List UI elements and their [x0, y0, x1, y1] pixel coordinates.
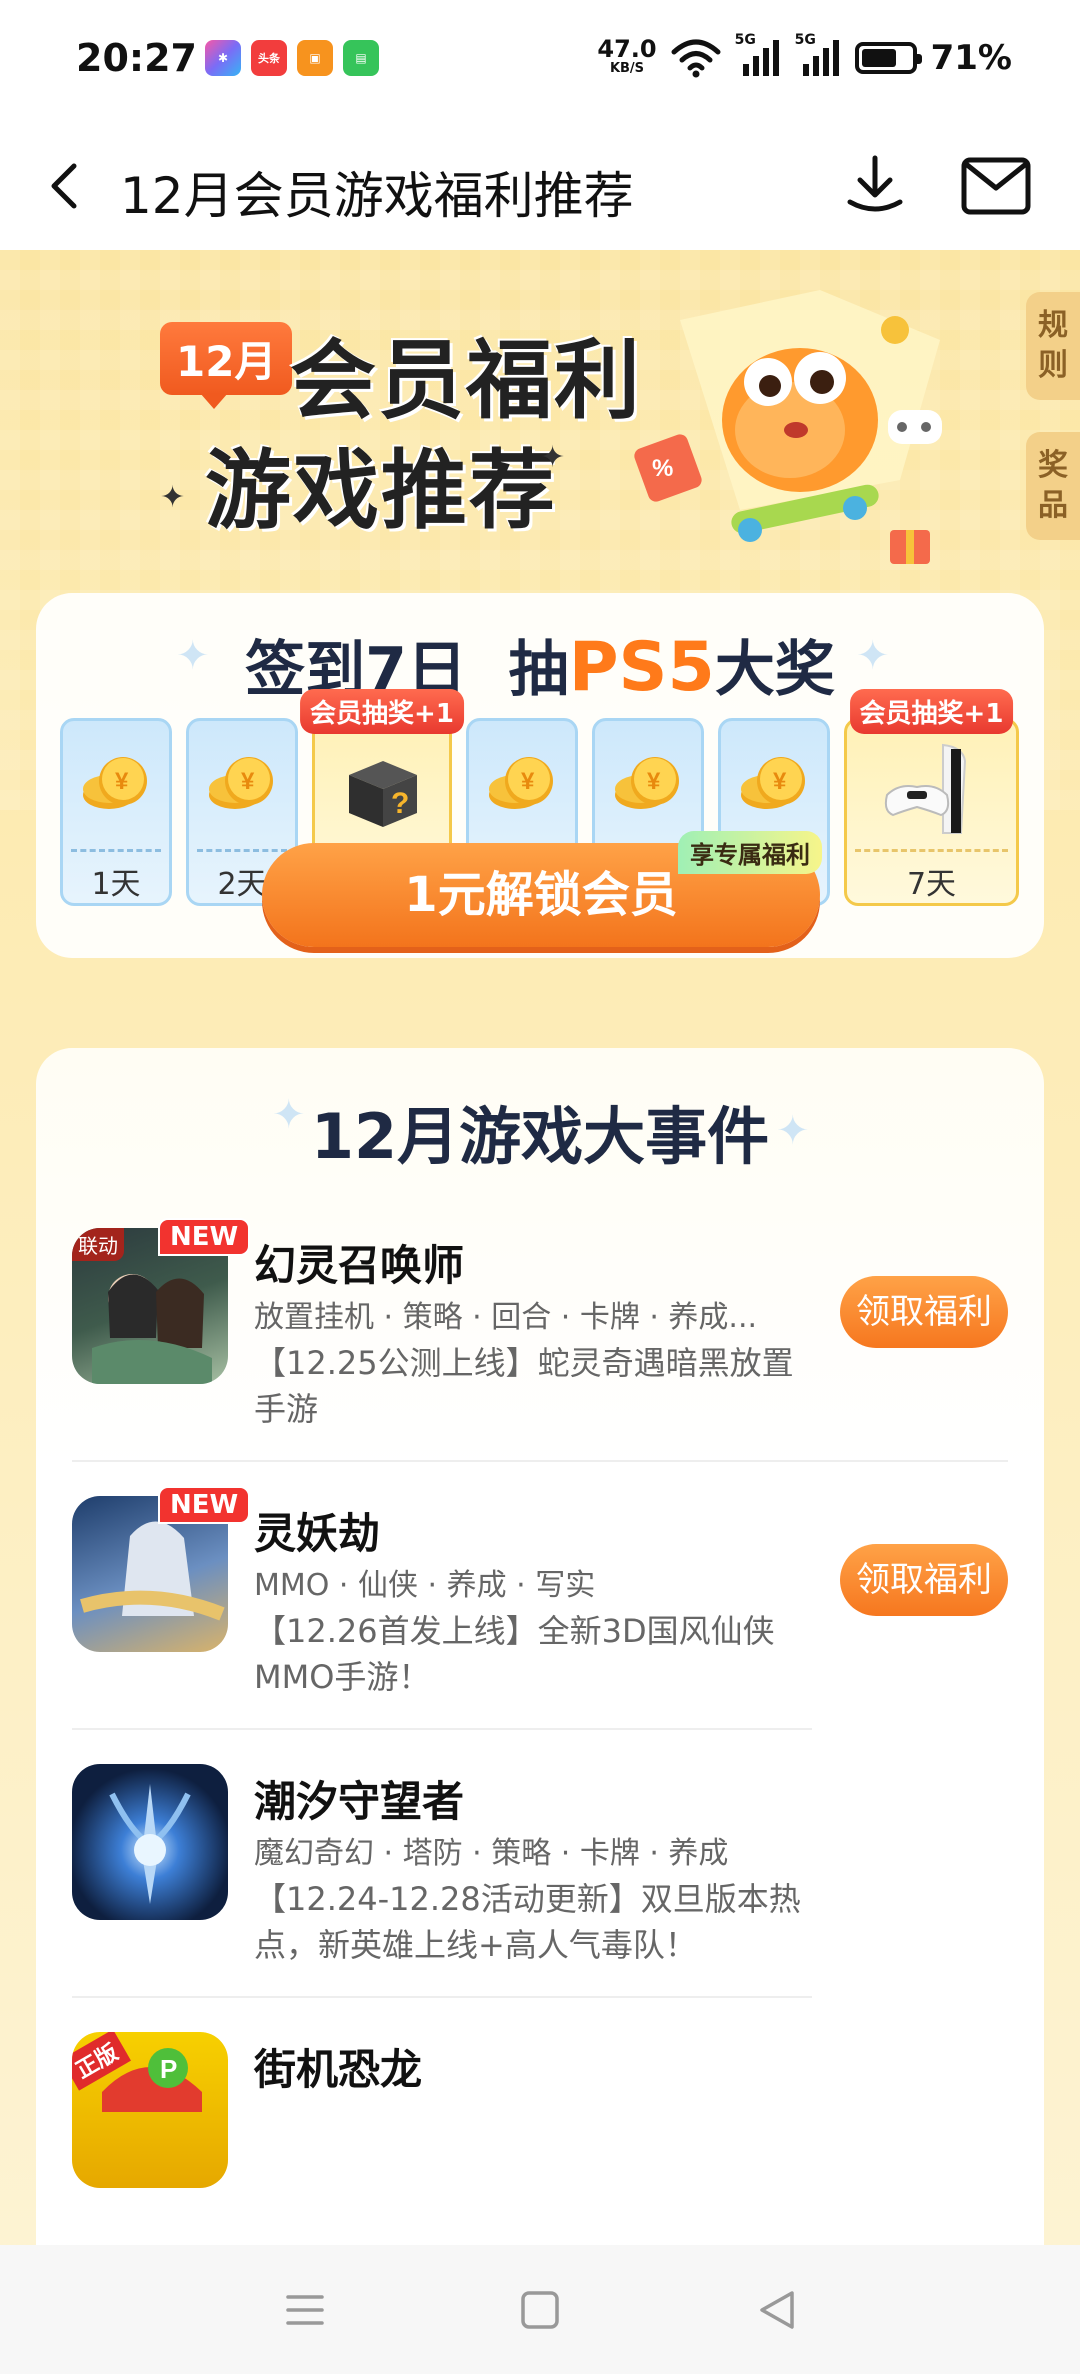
game-name: 街机恐龙: [254, 2045, 423, 2094]
svg-text:%: %: [652, 455, 673, 482]
game-item[interactable]: 潮汐守望者 魔幻奇幻 · 塔防 · 策略 · 卡牌 · 养成 【12.24-12…: [72, 1764, 1008, 1964]
game-name: 灵妖劫: [254, 1509, 381, 1558]
game-tags: MMO · 仙侠 · 养成 · 写实: [254, 1568, 596, 1603]
svg-text:P: P: [160, 2054, 177, 2084]
day-label: 7天: [906, 867, 957, 902]
events-card: ✦ ✦ 12月游戏大事件 联动 NEW 幻灵召唤师 放置挂机 · 策略 · 回合…: [36, 1048, 1044, 2245]
month-tag: 12月: [160, 322, 293, 409]
mystery-box-icon: ?: [349, 761, 417, 827]
coin-icon: ¥: [741, 757, 805, 809]
main-content[interactable]: 12月 会员福利 游戏推荐 ✦ ✦ % 规则 奖品 ✦ ✦ 签到7日 抽PS5大…: [0, 250, 1080, 2245]
divider: [72, 1996, 812, 1998]
collab-label: 联动: [72, 1228, 124, 1261]
signin-day-7[interactable]: 会员抽奖+1 7天: [844, 689, 1019, 906]
signal-bars-icon: [802, 40, 839, 76]
game-name: 幻灵召唤师: [254, 1241, 465, 1290]
battery-fill: [861, 49, 896, 67]
game-item[interactable]: NEW 灵妖劫 MMO · 仙侠 · 养成 · 写实 【12.26首发上线】全新…: [72, 1486, 1008, 1696]
banner-title-line2: 游戏推荐: [205, 441, 557, 541]
back-nav-icon[interactable]: [752, 2285, 802, 2335]
status-time: 20:27: [76, 36, 197, 80]
game-item[interactable]: 联动 NEW 幻灵召唤师 放置挂机 · 策略 · 回合 · 卡牌 · 养成...…: [72, 1218, 1008, 1428]
events-title: 12月游戏大事件: [310, 1100, 770, 1173]
ps5-icon: [884, 743, 966, 834]
mascot-illustration: %: [634, 290, 942, 564]
rules-tab-label: 规则: [1038, 308, 1068, 383]
coin-icon: ¥: [615, 757, 679, 809]
mail-icon[interactable]: [960, 154, 1032, 218]
network-speed-value: 47.0: [597, 35, 657, 63]
divider: [72, 1728, 812, 1730]
prizes-tab-label: 奖品: [1038, 448, 1068, 523]
nav-bar: 12月会员游戏福利推荐: [0, 120, 1080, 250]
claim-benefit-button[interactable]: 领取福利: [840, 1276, 1008, 1348]
coin-icon: ¥: [83, 757, 147, 809]
signal-bars-icon: [742, 40, 779, 76]
day-separator: [855, 849, 1008, 852]
game-art: [109, 1784, 191, 1904]
day-label: 1天: [91, 867, 141, 902]
day-separator: [197, 849, 287, 852]
svg-text:¥: ¥: [647, 768, 661, 795]
sparkle-icon: ✦: [540, 440, 566, 475]
signin-title-suffix: 大奖: [714, 635, 835, 705]
rules-tab[interactable]: 规则: [1026, 292, 1080, 400]
toutiao-app-icon: 头条: [251, 40, 287, 76]
signal-5g-2: 5G: [795, 32, 841, 78]
menu-icon[interactable]: [280, 2285, 330, 2335]
coin-icon: ¥: [209, 757, 273, 809]
game-name: 潮汐守望者: [254, 1777, 465, 1826]
download-icon[interactable]: [840, 150, 910, 220]
coin-icon: ¥: [489, 757, 553, 809]
claim-benefit-button[interactable]: 领取福利: [840, 1544, 1008, 1616]
banner-title-line1: 会员福利: [290, 331, 642, 431]
game-tags: 放置挂机 · 策略 · 回合 · 卡牌 · 养成...: [254, 1300, 758, 1335]
photos-app-icon: ✱: [205, 40, 241, 76]
svg-text:¥: ¥: [521, 768, 535, 795]
game-icon-chaoxi[interactable]: [72, 1764, 228, 1920]
day-separator: [71, 849, 161, 852]
new-badge: NEW: [158, 1218, 251, 1256]
sparkle-icon: ✦: [160, 480, 186, 515]
home-icon[interactable]: [515, 2285, 565, 2335]
game-description: 【12.24-12.28活动更新】双旦版本热点，新英雄上线+高人气毒队！: [254, 1880, 801, 1964]
back-icon[interactable]: [36, 156, 96, 216]
game-icon-jieji[interactable]: P 正版: [72, 2032, 228, 2188]
orange-app-icon: ▣: [297, 40, 333, 76]
promo-banner: 12月 会员福利 游戏推荐 ✦ ✦ % 规则 奖品: [0, 250, 1080, 580]
game-item[interactable]: P 正版 街机恐龙: [72, 2032, 1008, 2232]
svg-text:¥: ¥: [115, 768, 129, 795]
green-app-icon: ▤: [343, 40, 379, 76]
divider: [72, 1460, 1008, 1462]
exclusive-benefit-badge: 享专属福利: [678, 831, 822, 874]
game-description: 【12.25公测上线】蛇灵奇遇暗黑放置手游: [254, 1344, 794, 1428]
signin-title-highlight: PS5: [568, 628, 715, 707]
signin-card: ✦ ✦ 签到7日 抽PS5大奖 ¥ 1天 ¥ 2天 会员抽奖+1 ? ¥ ¥ ¥…: [36, 593, 1044, 958]
status-bar: 20:27 ✱ 头条 ▣ ▤ 47.0 KB/S 5G 5G 71%: [0, 0, 1080, 120]
wifi-icon: [671, 39, 721, 78]
lottery-tag: 会员抽奖+1: [849, 689, 1014, 734]
lottery-tag: 会员抽奖+1: [300, 689, 464, 734]
prizes-tab[interactable]: 奖品: [1026, 432, 1080, 540]
new-badge: NEW: [158, 1486, 251, 1524]
status-right: 47.0 KB/S 5G 5G 71%: [597, 32, 1012, 78]
system-nav-bar: [0, 2245, 1080, 2374]
battery-percent: 71%: [930, 38, 1012, 78]
page-title: 12月会员游戏福利推荐: [120, 167, 634, 225]
notification-icons: ✱ 头条 ▣ ▤: [205, 40, 379, 76]
svg-text:¥: ¥: [773, 768, 787, 795]
battery-icon: [854, 42, 922, 74]
svg-text:¥: ¥: [241, 768, 255, 795]
game-description: 【12.26首发上线】全新3D国风仙侠MMO手游！: [254, 1612, 775, 1696]
signin-day-1[interactable]: ¥ 1天: [60, 718, 172, 906]
game-tags: 魔幻奇幻 · 塔防 · 策略 · 卡牌 · 养成: [254, 1836, 729, 1871]
network-speed: 47.0 KB/S: [597, 35, 657, 78]
svg-text:?: ?: [391, 787, 409, 820]
signal-5g-1: 5G: [735, 32, 781, 78]
